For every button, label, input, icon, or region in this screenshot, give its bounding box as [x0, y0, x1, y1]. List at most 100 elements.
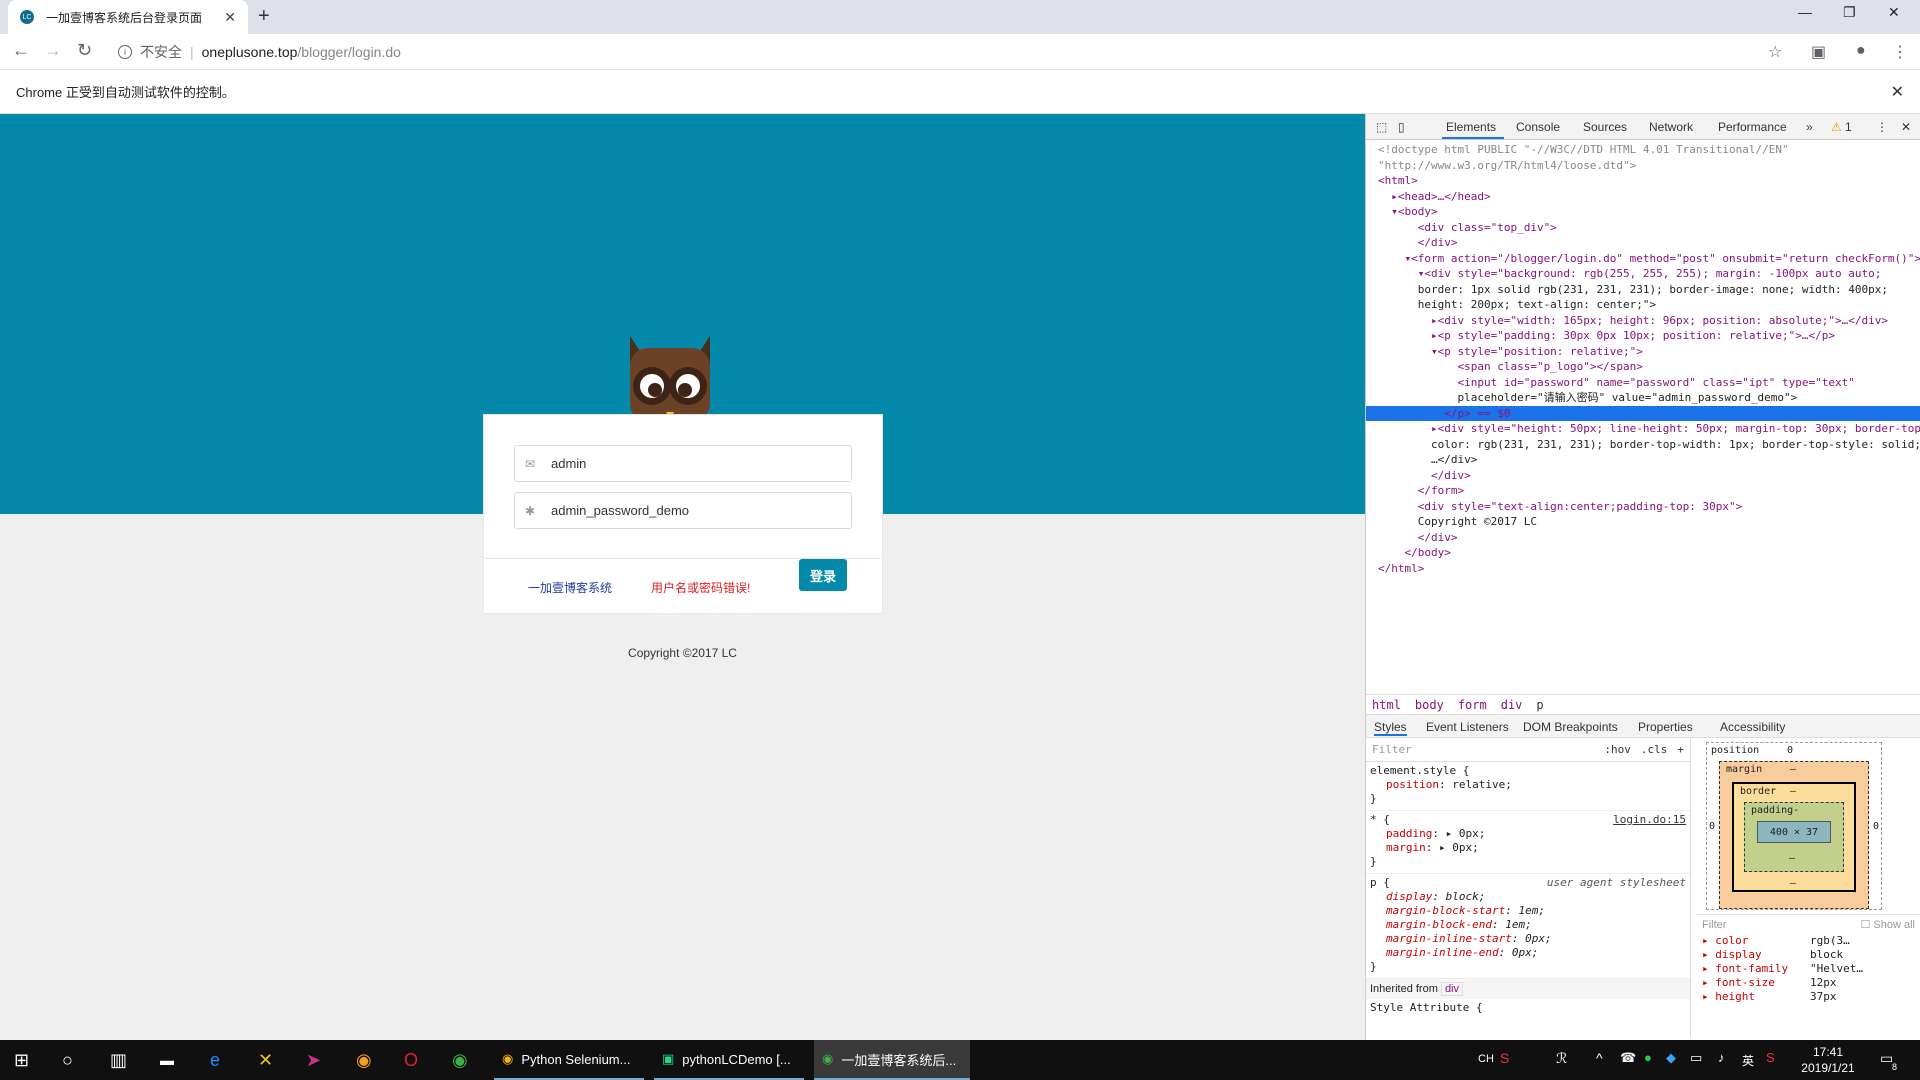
prop-value[interactable]: 0px; [1518, 932, 1552, 945]
tab-close-icon[interactable]: ✕ [224, 9, 236, 26]
address-bar[interactable]: i 不安全 | oneplusone.top /blogger/login.do [110, 38, 1768, 66]
crumb-body[interactable]: body [1415, 698, 1444, 712]
tab-network[interactable]: Network [1649, 120, 1693, 134]
cortana-icon[interactable]: ○ [62, 1050, 73, 1071]
prop-value[interactable]: ▸ 0px; [1432, 841, 1479, 854]
window-close-icon[interactable]: ✕ [1888, 4, 1900, 21]
dom-tree[interactable]: <!doctype html PUBLIC "-//W3C//DTD HTML … [1366, 142, 1920, 575]
xmind-icon[interactable]: ✕ [258, 1050, 273, 1071]
dom-line[interactable]: <span class="p_logo"></span> [1366, 359, 1920, 375]
prop-name[interactable]: margin-block-end [1386, 918, 1492, 931]
prop-name[interactable]: margin-inline-end [1386, 946, 1499, 959]
cls-toggle[interactable]: .cls [1641, 743, 1668, 757]
crumb-html[interactable]: html [1372, 698, 1401, 712]
edge-icon[interactable]: e [210, 1050, 220, 1071]
dom-line[interactable]: <div style="text-align:center;padding-to… [1366, 499, 1920, 515]
opera-icon[interactable]: O [404, 1050, 418, 1071]
tab-styles[interactable]: Styles [1374, 720, 1407, 736]
tab-performance[interactable]: Performance [1718, 120, 1787, 134]
css-property[interactable]: padding: ▸ 0px; [1370, 827, 1686, 841]
tor-icon[interactable]: ◉ [356, 1050, 372, 1071]
tray-expand-icon[interactable]: ^ [1596, 1050, 1603, 1066]
prop-value[interactable]: 1em; [1499, 918, 1532, 931]
dom-line[interactable]: </html> [1366, 561, 1920, 577]
prop-name[interactable]: margin [1386, 841, 1426, 854]
dom-line[interactable]: height: 200px; text-align: center;"> [1366, 297, 1920, 313]
styles-filter[interactable]: Filter :hov .cls + [1366, 738, 1690, 762]
tab-console[interactable]: Console [1516, 120, 1560, 134]
chrome-icon[interactable]: ◉ [452, 1050, 468, 1071]
dom-line[interactable]: ▸<head>…</head> [1366, 189, 1920, 205]
dom-line[interactable]: </div> [1366, 235, 1920, 251]
task-view-icon[interactable]: ▥ [110, 1050, 127, 1071]
dom-line[interactable]: </div> [1366, 530, 1920, 546]
css-property[interactable]: display: block; [1370, 890, 1686, 904]
devtools-close-icon[interactable]: ✕ [1901, 120, 1911, 134]
computed-property[interactable]: ▸ height 37px [1696, 990, 1920, 1004]
hov-toggle[interactable]: :hov [1604, 743, 1631, 757]
volume-icon[interactable]: ♪ [1718, 1050, 1725, 1065]
bookmark-star-icon[interactable]: ☆ [1768, 42, 1782, 62]
send-icon[interactable]: ➤ [306, 1050, 321, 1071]
warning-icon[interactable]: ⚠ [1831, 120, 1842, 134]
dom-line[interactable]: "http://www.w3.org/TR/html4/loose.dtd"> [1366, 158, 1920, 174]
dom-line[interactable]: </form> [1366, 483, 1920, 499]
tab-event-listeners[interactable]: Event Listeners [1426, 720, 1509, 734]
reload-icon[interactable]: ↻ [77, 40, 92, 61]
menu-icon[interactable]: ⋮ [1892, 42, 1908, 62]
rule-source-link[interactable]: login.do:15 [1613, 813, 1686, 827]
taskbar-app-selenium[interactable]: ◉ Python Selenium... [494, 1040, 644, 1080]
inherited-tag[interactable]: div [1440, 982, 1463, 996]
prop-value[interactable]: relative; [1452, 778, 1512, 791]
computed-property[interactable]: ▸ color rgb(3… [1696, 934, 1920, 948]
dom-line[interactable]: Copyright ©2017 LC [1366, 514, 1920, 530]
extension-icon[interactable]: ▣ [1811, 42, 1826, 62]
taskbar-app-pycharm[interactable]: ▣ pythonLCDemo [... [654, 1040, 804, 1080]
network-icon[interactable]: ▭ [1690, 1050, 1702, 1066]
dom-line[interactable]: border: 1px solid rgb(231, 231, 231); bo… [1366, 282, 1920, 298]
browser-tab[interactable]: LC 一加壹博客系统后台登录页面 ✕ [8, 0, 248, 34]
prop-value[interactable]: 0px; [1505, 946, 1539, 959]
password-field[interactable]: ✱ [514, 492, 852, 529]
username-input[interactable] [551, 456, 831, 471]
computed-property[interactable]: ▸ font-family "Helvet… [1696, 962, 1920, 976]
sogou-icon[interactable]: S [1500, 1050, 1509, 1066]
forward-icon[interactable]: → [44, 40, 62, 61]
prop-name[interactable]: padding [1386, 827, 1432, 840]
dom-line[interactable]: ▸<div style="height: 50px; line-height: … [1366, 421, 1920, 437]
prop-value[interactable]: block; [1439, 890, 1486, 903]
computed-filter[interactable]: Filter [1702, 918, 1726, 932]
dom-line[interactable]: <input id="password" name="password" cla… [1366, 375, 1920, 391]
tab-accessibility[interactable]: Accessibility [1720, 720, 1785, 734]
profile-icon[interactable]: ● [1856, 42, 1866, 60]
taskbar-app-chrome[interactable]: ◉ 一加壹博客系统后... [814, 1040, 970, 1080]
windows-start-icon[interactable]: ⊞ [14, 1050, 29, 1071]
people-icon[interactable]: ℛ [1556, 1050, 1567, 1067]
dom-line[interactable]: placeholder="请输入密码" value="admin_passwor… [1366, 390, 1920, 406]
more-tabs-icon[interactable]: » [1806, 120, 1813, 134]
dom-line[interactable]: ▾<div style="background: rgb(255, 255, 2… [1366, 266, 1920, 282]
crumb-form[interactable]: form [1458, 698, 1487, 712]
crumb-p[interactable]: p [1536, 698, 1543, 712]
devtools-menu-icon[interactable]: ⋮ [1876, 120, 1888, 134]
prop-name[interactable]: margin-block-start [1386, 904, 1505, 917]
inspect-icon[interactable]: ⬚ [1376, 120, 1387, 134]
dom-line[interactable]: <div class="top_div"> [1366, 220, 1920, 236]
prop-value[interactable]: ▸ 0px; [1439, 827, 1486, 840]
add-rule-icon[interactable]: + [1677, 743, 1684, 757]
wechat-icon[interactable]: ● [1644, 1050, 1652, 1065]
css-property[interactable]: margin-inline-start: 0px; [1370, 932, 1686, 946]
dom-line[interactable]: </body> [1366, 545, 1920, 561]
crumb-div[interactable]: div [1501, 698, 1523, 712]
username-field[interactable]: ✉ [514, 445, 852, 482]
prop-value[interactable]: 1em; [1512, 904, 1545, 917]
tab-sources[interactable]: Sources [1583, 120, 1627, 134]
styles-filter-input[interactable]: Filter [1372, 743, 1604, 757]
password-input[interactable] [551, 503, 831, 518]
sogou-tray-icon[interactable]: S [1766, 1050, 1775, 1065]
tab-elements[interactable]: Elements [1446, 120, 1496, 134]
computed-property[interactable]: ▸ font-size 12px [1696, 976, 1920, 990]
qq-icon[interactable]: ◆ [1666, 1050, 1676, 1066]
dom-line[interactable]: <!doctype html PUBLIC "-//W3C//DTD HTML … [1366, 142, 1920, 158]
dom-line[interactable]: ▾<p style="position: relative;"> [1366, 344, 1920, 360]
